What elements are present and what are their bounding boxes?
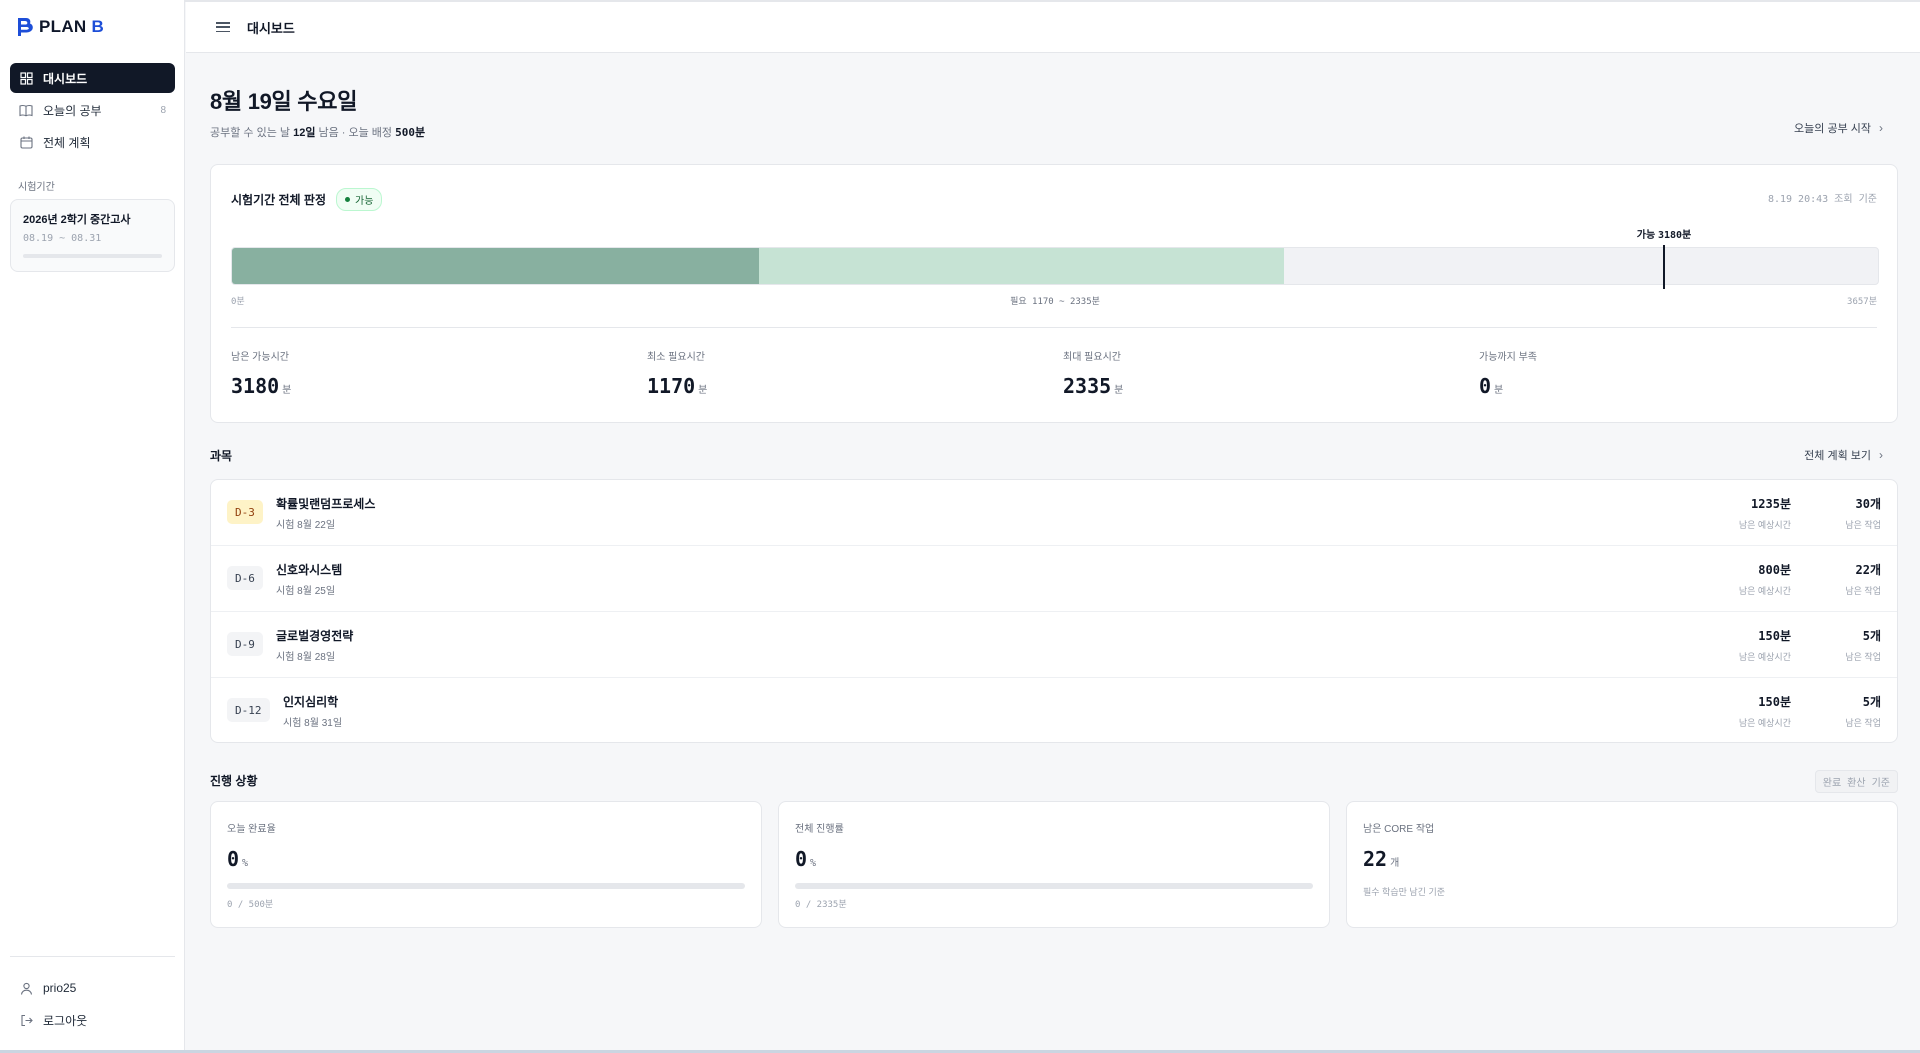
subjects-title: 과목: [210, 449, 233, 463]
username: prio25: [43, 981, 77, 995]
header-title: 대시보드: [247, 20, 295, 36]
remaining-tasks: 5개 남은 작업: [1845, 629, 1881, 662]
brand-logo[interactable]: PLAN B: [15, 16, 104, 38]
logout-label: 로그아웃: [43, 1013, 88, 1028]
view-full-plan-link[interactable]: 전체 계획 보기 ›: [1804, 447, 1883, 463]
min-required-segment: [232, 248, 760, 284]
book-icon: [19, 103, 33, 117]
exam-range: 08.19 ~ 08.31: [23, 233, 102, 244]
calendar-icon: [19, 135, 33, 149]
core-tasks-card: 남은 CORE 작업 22 개 필수 학습만 남긴 기준: [1346, 801, 1898, 928]
sidebar: PLAN B 대시보드 오늘의 공부 8 전체 계획 시험기간 2026년 2학…: [0, 0, 185, 1053]
sidebar-item-today-study[interactable]: 오늘의 공부 8: [10, 95, 175, 125]
sidebar-item-full-plan[interactable]: 전체 계획: [10, 127, 175, 157]
subject-row[interactable]: D-3 확률및랜덤프로세스 시험 8월 22일 1235분 남은 예상시간 30개…: [211, 480, 1897, 546]
logout-icon: [19, 1013, 33, 1027]
sidebar-item-label: 전체 계획: [43, 135, 91, 150]
exam-title: 2026년 2학기 중간고사: [23, 214, 131, 226]
page-title: 8월 19일 수요일: [210, 89, 358, 114]
divider: [231, 327, 1877, 328]
axis-required-label: 필요 1170 ~ 2335분: [1010, 297, 1100, 307]
remaining-minutes: 150분 남은 예상시간: [1738, 695, 1791, 728]
days-left: 12일: [293, 127, 316, 139]
remaining-tasks: 5개 남은 작업: [1845, 695, 1881, 728]
sidebar-item-dashboard[interactable]: 대시보드: [10, 63, 175, 93]
subject-exam-date: 시험 8월 28일: [276, 652, 336, 663]
top-header: 대시보드: [186, 2, 1920, 53]
required-range-segment: [759, 248, 1285, 284]
available-marker-label: 가능 3180분: [1636, 230, 1692, 241]
time-range-bar: [231, 247, 1879, 285]
brand-name: PLAN B: [39, 17, 105, 36]
judgement-card: 시험기간 전체 판정 가능 8.19 20:43 조회 기준 가능 3180분 …: [210, 164, 1898, 423]
dday-badge: D-9: [227, 632, 263, 656]
subject-exam-date: 시험 8월 22일: [276, 520, 336, 531]
page-subtitle: 공부할 수 있는 날 12일 남음 · 오늘 배정 500분: [210, 126, 426, 139]
stat-shortfall: 가능까지 부족 0분: [1479, 352, 1537, 398]
progress-title: 진행 상황: [210, 774, 258, 788]
remaining-minutes: 150분 남은 예상시간: [1738, 629, 1791, 662]
remaining-minutes: 800분 남은 예상시간: [1738, 563, 1791, 596]
subject-name: 확률및랜덤프로세스: [276, 497, 376, 511]
logout-button[interactable]: 로그아웃: [10, 1004, 175, 1036]
today-minutes: 500분: [395, 126, 426, 139]
user-profile[interactable]: prio25: [10, 972, 175, 1004]
chevron-right-icon: ›: [1879, 121, 1883, 135]
sidebar-section-label: 시험기간: [18, 182, 55, 193]
status-dot-icon: [345, 197, 350, 202]
subject-name: 신호와시스템: [276, 563, 343, 577]
sidebar-footer: prio25 로그아웃: [10, 956, 175, 1036]
dday-badge: D-6: [227, 566, 263, 590]
available-marker: [1663, 245, 1666, 289]
status-badge: 가능: [336, 188, 383, 211]
subject-row[interactable]: D-12 인지심리학 시험 8월 31일 150분 남은 예상시간 5개 남은 작업: [211, 678, 1897, 742]
grid-icon: [19, 71, 33, 85]
menu-icon[interactable]: [216, 20, 230, 34]
progress-basis-note: 완료 환산 기준: [1814, 770, 1898, 793]
start-today-link[interactable]: 오늘의 공부 시작 ›: [1794, 120, 1883, 136]
subject-name: 글로벌경영전략: [276, 629, 354, 643]
stat-max-required: 최대 필요시간 2335 분: [1063, 352, 1124, 398]
sidebar-item-count: 8: [160, 104, 166, 116]
exam-progress-bar: [23, 254, 162, 258]
sidebar-item-label: 오늘의 공부: [43, 103, 102, 118]
subject-name: 인지심리학: [283, 695, 339, 709]
judgement-timestamp: 8.19 20:43 조회 기준: [1767, 194, 1877, 205]
subject-exam-date: 시험 8월 25일: [276, 586, 336, 597]
sidebar-item-label: 대시보드: [43, 71, 88, 86]
subject-exam-date: 시험 8월 31일: [283, 718, 343, 729]
today-progress-bar: [227, 883, 745, 889]
stat-remaining-available: 남은 가능시간 3180 분: [231, 352, 292, 398]
judgement-title: 시험기간 전체 판정 가능: [231, 188, 383, 211]
sidebar-nav: 대시보드 오늘의 공부 8 전체 계획: [10, 63, 175, 159]
overall-progress-card: 전체 진행률 0% 0 / 2335분: [778, 801, 1330, 928]
subject-row[interactable]: D-6 신호와시스템 시험 8월 25일 800분 남은 예상시간 22개 남은 작…: [211, 546, 1897, 612]
logo-icon: [18, 18, 33, 36]
dday-badge: D-3: [227, 500, 263, 524]
subjects-list: D-3 확률및랜덤프로세스 시험 8월 22일 1235분 남은 예상시간 30개…: [210, 479, 1898, 743]
subject-row[interactable]: D-9 글로벌경영전략 시험 8월 28일 150분 남은 예상시간 5개 남은 작…: [211, 612, 1897, 678]
exam-period-card[interactable]: 2026년 2학기 중간고사 08.19 ~ 08.31: [10, 199, 175, 272]
dday-badge: D-12: [227, 698, 270, 722]
remaining-tasks: 30개 남은 작업: [1845, 497, 1881, 530]
overall-progress-bar: [795, 883, 1313, 889]
remaining-minutes: 1235분 남은 예상시간: [1738, 497, 1791, 530]
axis-min-label: 0분: [231, 297, 245, 307]
chevron-right-icon: ›: [1879, 448, 1883, 462]
stat-min-required: 최소 필요시간 1170 분: [647, 352, 708, 398]
axis-max-label: 3657분: [1847, 297, 1877, 307]
remaining-tasks: 22개 남은 작업: [1845, 563, 1881, 596]
today-completion-card: 오늘 완료율 0% 0 / 500분: [210, 801, 762, 928]
user-icon: [19, 981, 33, 995]
